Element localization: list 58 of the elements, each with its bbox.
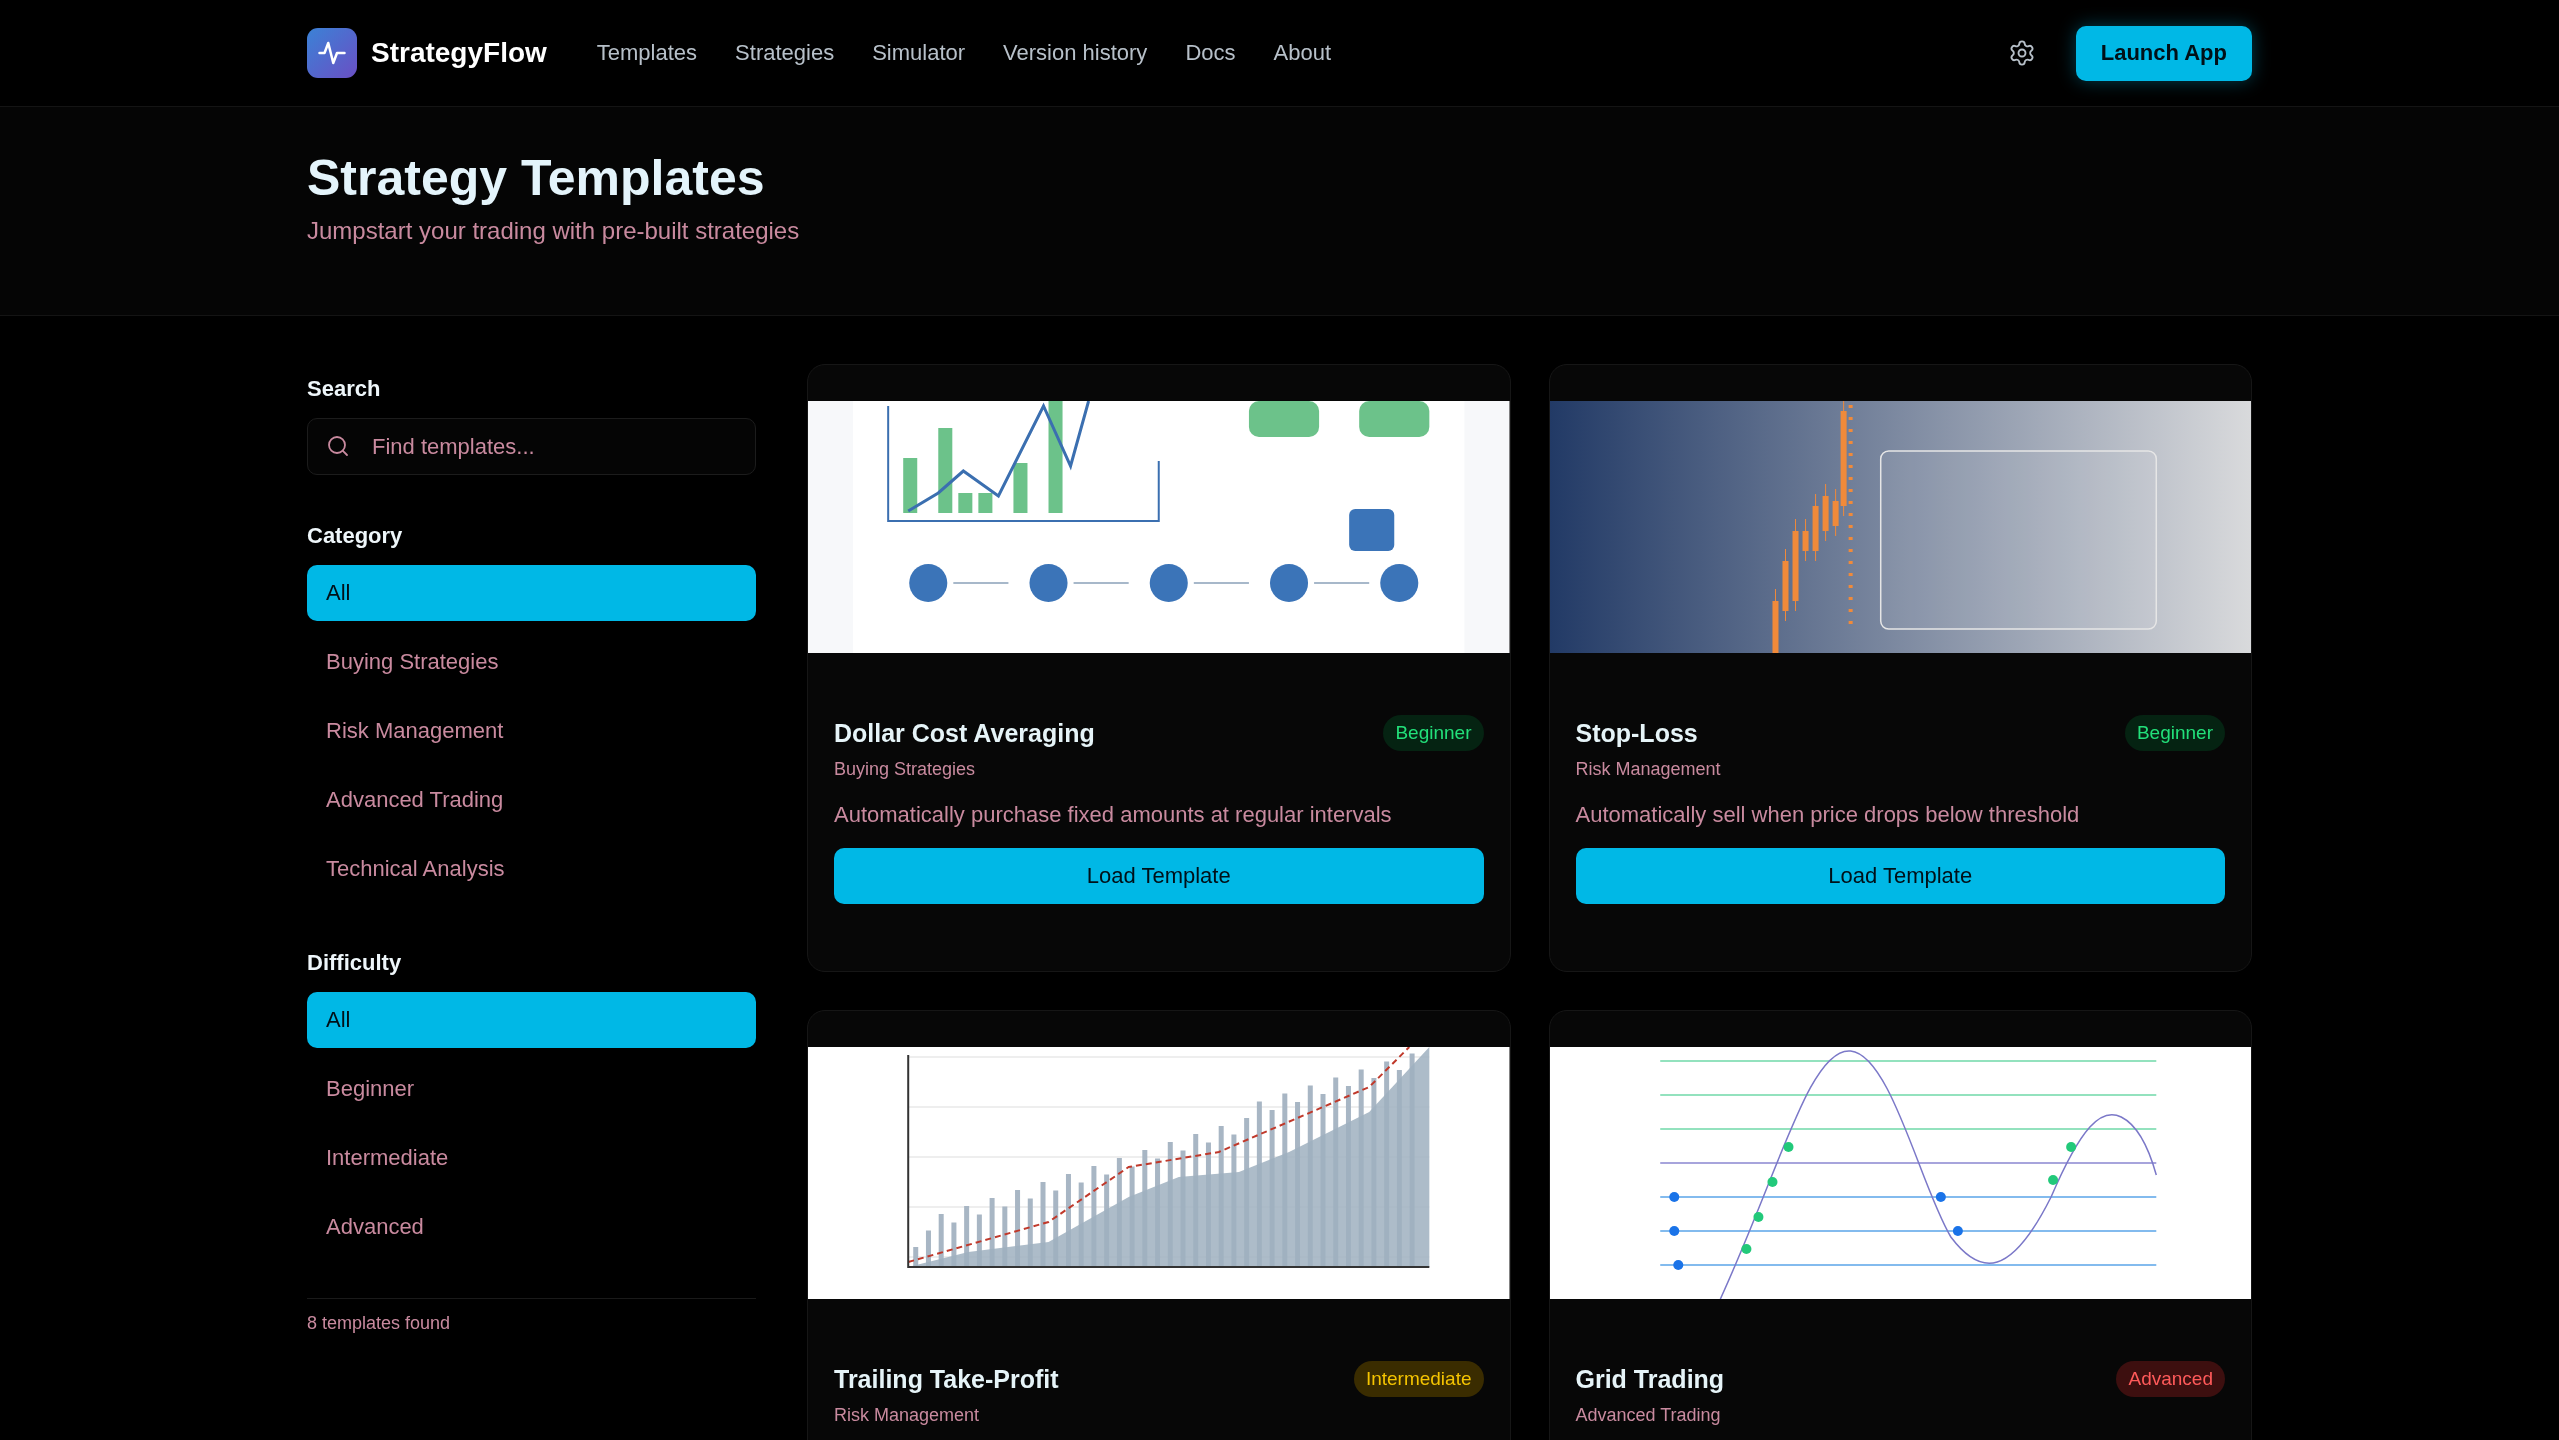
sell-marker xyxy=(1783,1142,1793,1152)
candlestick xyxy=(1822,483,1829,542)
filter-option[interactable]: Advanced Trading xyxy=(307,772,756,828)
template-description: Automatically sell when price drops below threshold xyxy=(1575,802,2081,828)
sell-marker xyxy=(2065,1142,2076,1152)
nav-link[interactable]: Version history xyxy=(1003,40,1148,66)
template-category: Buying Strategies xyxy=(834,759,977,780)
template-title: Trailing Take-Profit xyxy=(834,1364,1059,1394)
filter-option[interactable]: Technical Analysis xyxy=(307,841,756,897)
template-title: Stop-Loss xyxy=(1575,718,1698,748)
sell-marker xyxy=(1740,1244,1751,1254)
brand-name: StrategyFlow xyxy=(371,37,547,69)
candlestick xyxy=(1802,518,1809,562)
difficulty-badge: Beginner xyxy=(2124,715,2225,751)
buy-marker xyxy=(1952,1226,1963,1236)
template-category: Risk Management xyxy=(834,1405,981,1426)
difficulty-badge: Intermediate xyxy=(1353,1361,1484,1397)
nav-link[interactable]: Templates xyxy=(596,40,698,66)
filter-heading: Difficulty xyxy=(307,950,403,976)
result-count: 8 templates found xyxy=(307,1298,756,1334)
template-description: Automatically purchase fixed amounts at regular intervals xyxy=(834,802,1393,828)
sell-marker xyxy=(2047,1175,2058,1185)
nav-link[interactable]: About xyxy=(1273,40,1331,66)
page-title: Strategy Templates xyxy=(307,149,766,207)
candlestick xyxy=(1772,588,1778,653)
template-category: Advanced Trading xyxy=(1575,1405,1722,1426)
filter-option[interactable]: Beginner xyxy=(307,1061,756,1117)
volume-bar xyxy=(913,1247,919,1267)
filter-heading: Category xyxy=(307,523,404,549)
filter-option[interactable]: Advanced xyxy=(307,1199,756,1255)
nav-link[interactable]: Docs xyxy=(1185,40,1236,66)
page-subtitle: Jumpstart your trading with pre-built strategies xyxy=(307,217,801,245)
candlestick xyxy=(1812,493,1819,562)
launch-app-button[interactable]: Launch App xyxy=(2075,25,2252,81)
template-category: Risk Management xyxy=(1575,759,1722,780)
buy-marker xyxy=(1668,1192,1679,1202)
load-template-button[interactable]: Load Template xyxy=(834,848,1484,904)
difficulty-badge: Advanced xyxy=(2116,1361,2225,1397)
search-field[interactable]: Find templates... xyxy=(307,418,756,475)
sell-marker xyxy=(1766,1177,1777,1187)
template-title: Grid Trading xyxy=(1575,1364,1725,1394)
filter-option[interactable]: Risk Management xyxy=(307,703,756,759)
nav-link[interactable]: Strategies xyxy=(735,40,835,66)
search-icon xyxy=(326,434,350,458)
nav-link[interactable]: Simulator xyxy=(872,40,966,66)
search-label: Search xyxy=(307,376,382,402)
buy-marker xyxy=(1668,1226,1679,1236)
difficulty-badge: Beginner xyxy=(1383,715,1484,751)
filter-option[interactable]: All xyxy=(307,565,756,621)
filter-option[interactable]: Buying Strategies xyxy=(307,634,756,690)
template-title: Dollar Cost Averaging xyxy=(834,718,1095,748)
buy-marker xyxy=(1672,1260,1683,1270)
filter-option[interactable]: Intermediate xyxy=(307,1130,756,1186)
load-template-button[interactable]: Load Template xyxy=(1575,848,2225,904)
filter-option[interactable]: All xyxy=(307,992,756,1048)
logo-icon xyxy=(307,28,357,78)
sell-marker xyxy=(1752,1212,1763,1222)
buy-marker xyxy=(1935,1192,1946,1202)
